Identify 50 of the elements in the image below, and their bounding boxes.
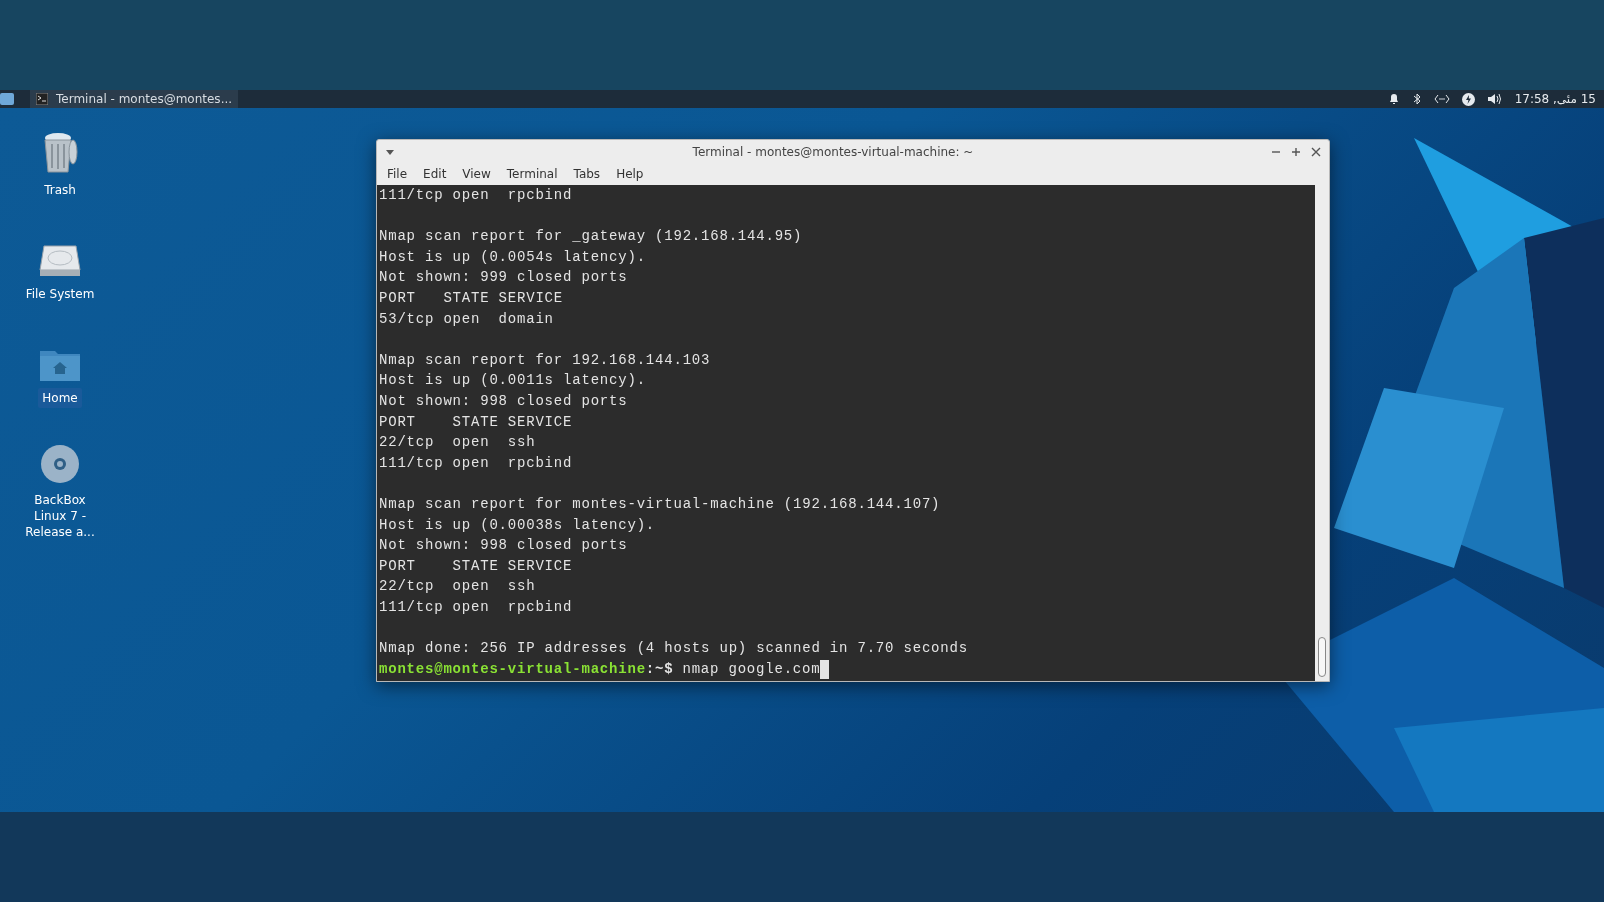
terminal-output-line: Not shown: 998 closed ports — [379, 536, 628, 556]
app-menu-icon[interactable] — [0, 92, 14, 106]
terminal-output-line: Nmap scan report for montes-virtual-machine (192.168.144.107) — [379, 494, 941, 514]
terminal-icon — [36, 93, 48, 105]
close-icon[interactable] — [1311, 146, 1321, 157]
menu-item[interactable]: Edit — [415, 165, 455, 183]
terminal-output-line: 111/tcp open rpcbind — [379, 597, 573, 617]
clock-text[interactable]: 15 مئی, 17:58 — [1514, 90, 1596, 108]
terminal-output-line: PORT STATE SERVICE — [379, 412, 573, 432]
terminal-output-line: PORT STATE SERVICE — [379, 288, 564, 308]
scrollbar-thumb[interactable] — [1318, 637, 1326, 677]
terminal-output-line: Nmap done: 256 IP addresses (4 hosts up) scanned in 7.70 seconds — [379, 639, 968, 659]
power-icon[interactable] — [1461, 92, 1475, 106]
bell-icon[interactable] — [1387, 93, 1400, 105]
hard-drive-icon — [38, 244, 82, 278]
terminal-output-line: 22/tcp open ssh — [379, 433, 536, 453]
menu-item[interactable]: View — [454, 165, 499, 183]
window-menu-icon[interactable] — [385, 147, 395, 156]
volume-icon[interactable] — [1486, 93, 1503, 105]
terminal-output-line: Not shown: 999 closed ports — [379, 268, 628, 288]
terminal-output-line: Host is up (0.00038s latency). — [379, 515, 656, 535]
terminal-output-line: 111/tcp open rpcbind — [379, 186, 573, 205]
terminal-output-line: Nmap scan report for 192.168.144.103 — [379, 350, 711, 370]
taskbar-button[interactable]: Terminal - montes@montes... — [30, 90, 239, 108]
terminal-output-line: Host is up (0.0054s latency). — [379, 247, 646, 267]
terminal-output-line: Nmap scan report for _gateway (192.168.144.95) — [379, 227, 803, 247]
disc-icon — [40, 444, 80, 484]
terminal-output-line: 53/tcp open domain — [379, 309, 554, 329]
menu-item[interactable]: File — [379, 165, 416, 183]
terminal-output-line: Host is up (0.0011s latency). — [379, 371, 646, 391]
desktop-icon-label[interactable]: File System — [21, 284, 99, 304]
command-input[interactable]: nmap google.com — [682, 658, 821, 680]
home-folder-icon — [39, 348, 81, 382]
network-icon[interactable] — [1433, 94, 1450, 104]
desktop-icon-label[interactable]: BackBox Linux 7 - Release a... — [14, 490, 106, 542]
menu-item[interactable]: Terminal — [498, 165, 566, 183]
desktop-icon-label[interactable]: Trash — [40, 180, 80, 200]
menu-item[interactable]: Help — [608, 165, 652, 183]
prompt-path: :~$ — [645, 659, 674, 679]
menu-item[interactable]: Tabs — [565, 165, 609, 183]
window-title: Terminal - montes@montes-virtual-machine: ~ — [691, 143, 975, 161]
bluetooth-icon[interactable] — [1411, 93, 1422, 105]
terminal-output-line: PORT STATE SERVICE — [379, 556, 573, 576]
terminal-output-line: 22/tcp open ssh — [379, 577, 536, 597]
terminal-output-line: 111/tcp open rpcbind — [379, 453, 573, 473]
terminal-output-line: Not shown: 998 closed ports — [379, 391, 628, 411]
prompt-user-host: montes@montes-virtual-machine — [379, 659, 646, 679]
desktop-icon-label[interactable]: Home — [38, 388, 82, 408]
text-cursor — [820, 659, 830, 679]
maximize-icon[interactable] — [1291, 146, 1301, 157]
